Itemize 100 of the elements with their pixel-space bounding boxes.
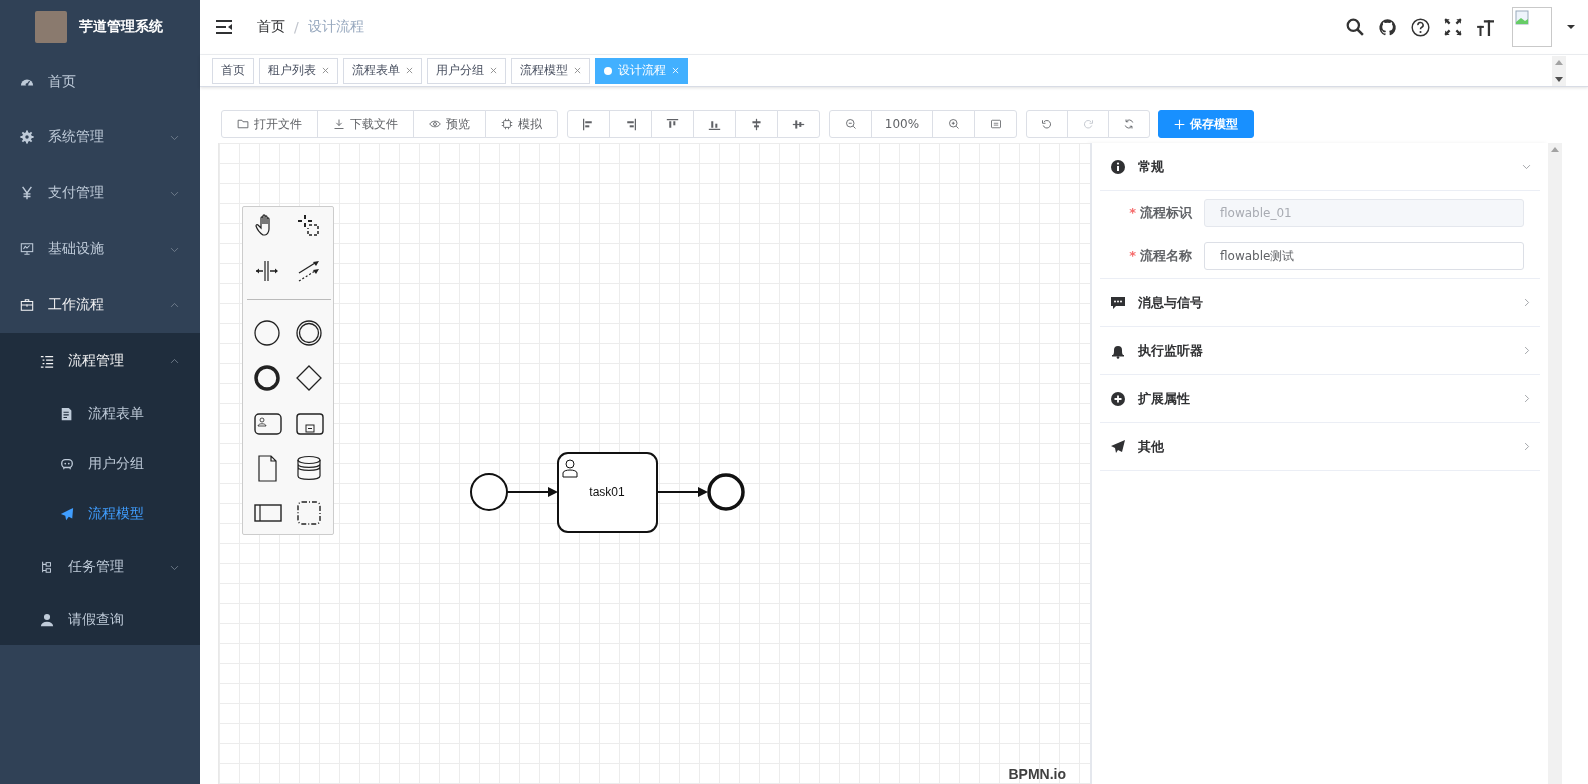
github-icon[interactable] [1378,17,1397,37]
thick-circle-icon[interactable] [254,365,282,393]
breadcrumb-item[interactable]: 首页 [257,18,285,36]
person-icon [562,459,578,478]
tab[interactable]: 首页 [212,57,254,84]
tab[interactable]: 流程模型 [511,57,590,84]
circle-icon[interactable] [254,320,282,348]
toolbar-button[interactable]: 预览 [413,110,486,138]
paper-plane-icon [60,507,74,521]
required-mark: * [1129,248,1136,263]
chip-icon [501,118,513,130]
start-event[interactable] [470,473,508,511]
align-button[interactable] [777,110,820,138]
caret-down-icon[interactable] [1566,22,1576,32]
form-icon [60,407,74,421]
redo-icon [1082,118,1094,130]
close-icon[interactable] [406,67,413,74]
plus-icon [1174,118,1185,130]
align-left-icon [582,117,595,131]
close-icon[interactable] [490,67,497,74]
close-icon[interactable] [574,67,581,74]
plus-circle-icon [1110,390,1126,407]
undo-icon [1041,118,1053,130]
yen-icon [20,186,34,200]
task-person-icon[interactable] [254,410,282,438]
gear-icon [20,130,34,144]
app-title: 芋道管理系统 [79,18,163,36]
zoom-out-icon [844,118,857,130]
monitor-icon [20,242,34,256]
paper-plane-icon [1110,438,1126,455]
align-button[interactable] [693,110,736,138]
breadcrumb-item: 设计流程 [307,18,364,36]
menu-item[interactable]: 流程管理 [0,333,200,389]
menu-item[interactable]: 用户分组 [0,439,200,489]
field-label: 流程名称 [1140,248,1192,263]
dashed-rounded-box-icon[interactable] [296,500,324,528]
chat-icon [1110,294,1126,311]
menu-item[interactable]: 任务管理 [0,539,200,595]
task-label: task01 [589,485,625,499]
field-label: 流程标识 [1140,205,1192,220]
collapse-header[interactable]: 其他 [1100,423,1540,470]
image-icon [1515,10,1531,26]
text-size-icon[interactable] [1476,18,1494,36]
tab[interactable]: 租户列表 [259,57,338,84]
collapsed-box-icon[interactable] [296,410,324,438]
collapse-header[interactable]: 执行监听器 [1100,327,1540,374]
folder-icon [237,118,249,130]
required-mark: * [1129,205,1136,220]
logo-photo-placeholder [35,11,67,43]
eye-icon [429,118,441,130]
list-icon [40,354,54,368]
double-circle-icon[interactable] [296,320,324,348]
menu-item[interactable]: 流程表单 [0,389,200,439]
input-field[interactable]: flowable测试 [1204,242,1524,270]
diamond-icon[interactable] [296,365,324,393]
scrollbar[interactable] [1548,143,1562,784]
tree-icon [40,560,54,574]
collapse-header[interactable]: 常规 [1100,143,1540,190]
tab[interactable]: 用户分组 [427,57,506,84]
menu-icon[interactable] [215,19,233,35]
active-dot [604,66,612,75]
sequence-arrow[interactable] [656,487,708,497]
diagram-canvas[interactable]: task01 BPMN.io [218,143,1090,784]
briefcase-icon [20,298,34,312]
zoom-level[interactable]: 100% [871,110,933,138]
search-icon[interactable] [1346,18,1364,36]
collapse-header[interactable]: 扩展属性 [1100,375,1540,422]
align-button[interactable] [609,110,652,138]
breadcrumb-separator: / [294,19,299,35]
collapse-header[interactable]: 消息与信号 [1100,279,1540,326]
toolbar-button[interactable]: 打开文件 [221,110,318,138]
bpmn-logo[interactable]: BPMN.io [1008,766,1066,782]
toolbar-button[interactable]: 模拟 [485,110,558,138]
zoom-in-icon [947,118,960,130]
sequence-arrow[interactable] [506,487,558,497]
database-icon[interactable] [296,455,324,483]
robot-icon [60,457,74,471]
align-center-icon [750,117,763,131]
align-button[interactable] [567,110,610,138]
fit-view-icon [989,118,1002,130]
fullscreen-icon[interactable] [1444,18,1462,36]
align-button[interactable] [735,110,778,138]
menu-item[interactable]: 流程模型 [0,489,200,539]
toolbar-button[interactable]: 下载文件 [317,110,414,138]
tab[interactable]: 流程表单 [343,57,422,84]
info-icon [1110,158,1126,175]
align-top-icon [666,117,679,131]
align-right-icon [624,117,637,131]
align-middle-icon [792,117,805,131]
scrollbar[interactable] [1552,55,1566,86]
user-icon [40,613,54,627]
close-icon[interactable] [322,67,329,74]
end-event[interactable] [707,473,745,511]
help-icon[interactable] [1411,17,1430,37]
scroll-down-icon[interactable] [1555,76,1563,82]
menu-item[interactable]: 请假查询 [0,595,200,645]
refresh-icon [1123,118,1135,130]
user-task[interactable] [557,452,658,533]
download-icon [333,118,345,130]
align-button[interactable] [651,110,694,138]
